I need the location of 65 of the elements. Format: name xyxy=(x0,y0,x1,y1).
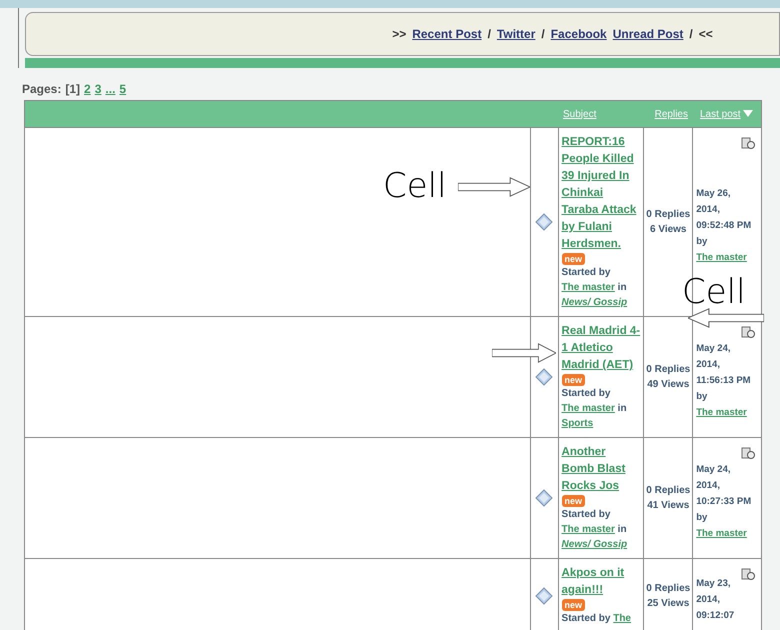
topic-icon xyxy=(535,368,554,386)
author-link[interactable]: The master xyxy=(562,403,615,414)
nav-separator: / xyxy=(488,26,491,43)
replies-count: 0 Replies xyxy=(646,484,690,498)
column-header[interactable]: Subject xyxy=(559,106,646,122)
last-post-icon xyxy=(741,567,756,581)
page-link[interactable]: 5 xyxy=(119,80,126,98)
topic-icon xyxy=(535,213,554,231)
new-badge: new xyxy=(562,253,586,265)
views-count: 6 Views xyxy=(650,223,686,237)
author-link[interactable]: The master xyxy=(696,407,747,418)
page-link[interactable]: ... xyxy=(105,80,116,98)
author-link[interactable]: The master xyxy=(562,282,615,293)
views-count: 25 Views xyxy=(647,596,690,610)
board-link[interactable]: News/ Gossip xyxy=(562,297,628,308)
replies-count: 0 Replies xyxy=(646,582,690,596)
board-link[interactable]: News/ Gossip xyxy=(562,539,628,550)
topic-meta: Started by The master in Sports xyxy=(562,387,628,431)
nav-link[interactable]: Recent Post xyxy=(412,25,482,43)
replies-count: 0 Replies xyxy=(646,208,690,222)
page-link[interactable]: 2 xyxy=(84,80,91,98)
topic-link[interactable]: Another Bomb Blast Rocks Jos xyxy=(562,444,640,495)
nav-separator: / xyxy=(541,26,545,43)
nav-separator: << xyxy=(698,26,713,43)
author-link[interactable]: The master xyxy=(696,252,747,263)
topic-link[interactable]: REPORT:16 People Killed 39 Injured In Chinkai Taraba Attack by Fulani Herdsmen. xyxy=(562,134,640,253)
topic-icon xyxy=(535,586,554,604)
views-count: 41 Views xyxy=(647,499,690,513)
nav-link[interactable]: Unread Post xyxy=(612,25,684,43)
author-link[interactable]: The xyxy=(613,613,631,624)
last-post-author: by The master xyxy=(696,235,748,265)
new-badge: new xyxy=(562,599,586,611)
arrow-drawing xyxy=(458,176,530,198)
topic-icon xyxy=(535,489,554,507)
last-post-icon xyxy=(741,325,756,339)
author-link[interactable]: The master xyxy=(696,528,747,539)
arrow-drawing xyxy=(492,342,556,364)
topic-link[interactable]: Real Madrid 4-1 Atletico Madrid (AET) xyxy=(562,323,640,374)
sort-icon[interactable] xyxy=(742,110,753,118)
topic-link[interactable]: Akpos on it again!!! xyxy=(562,565,640,599)
author-link[interactable]: The master xyxy=(562,524,615,535)
nav-separator: / xyxy=(689,26,693,43)
views-count: 49 Views xyxy=(647,378,690,392)
last-post-icon xyxy=(741,446,756,460)
page-link[interactable]: 3 xyxy=(94,80,102,98)
new-badge: new xyxy=(562,495,586,507)
replies-count: 0 Replies xyxy=(646,363,690,377)
column-header[interactable]: Replies xyxy=(646,106,694,122)
annotation-label: Cell xyxy=(682,274,746,310)
board-link[interactable]: Sports xyxy=(562,418,594,429)
pages-label: Pages: xyxy=(22,81,62,98)
last-post-author: by The master xyxy=(696,511,748,541)
column-header[interactable]: Last post xyxy=(700,106,741,122)
last-post-icon xyxy=(741,136,756,150)
last-post-date: May 23, 2014, 09:12:07 xyxy=(696,576,736,622)
page-link[interactable]: [1] xyxy=(65,80,80,98)
topic-meta: Started by The master in News/ Gossip xyxy=(562,508,628,552)
nav-separator: >> xyxy=(392,26,406,43)
nav-link[interactable]: Twitter xyxy=(496,25,536,43)
nav-link[interactable]: Facebook xyxy=(550,25,607,43)
annotation-label: Cell xyxy=(383,166,447,206)
new-badge: new xyxy=(562,374,586,386)
topic-meta: Started by The xyxy=(562,612,632,626)
topic-meta: Started by The master in News/ Gossip xyxy=(562,266,628,310)
last-post-author: by The master xyxy=(696,390,748,420)
